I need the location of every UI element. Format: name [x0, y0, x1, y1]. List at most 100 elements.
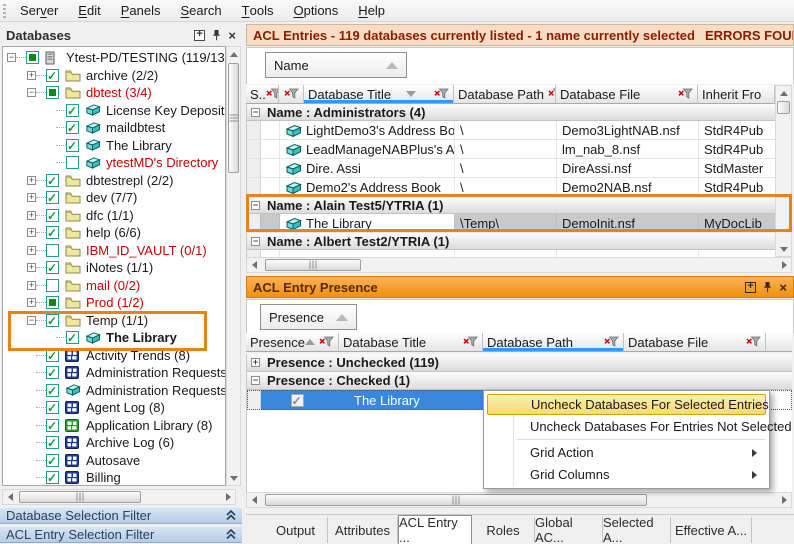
group-header-row[interactable]: Presence : Unchecked (119): [247, 354, 792, 372]
tree-checkbox-checked[interactable]: [46, 226, 59, 239]
column-header-s-[interactable]: S..: [246, 85, 279, 104]
tree-vertical-scrollbar[interactable]: [226, 46, 241, 486]
group-header-row[interactable]: Presence : Checked (1): [247, 372, 792, 390]
database-row[interactable]: Dire. Assi\DireAssi.nsfStdMaster: [247, 159, 775, 178]
tree-checkbox-checked[interactable]: [46, 69, 59, 82]
expand-toggle-icon[interactable]: [27, 193, 36, 202]
menu-item-options[interactable]: Options: [283, 1, 348, 21]
close-icon[interactable]: ×: [228, 30, 236, 41]
tree-item[interactable]: help (6/6): [3, 224, 225, 242]
tree-item[interactable]: archive (2/2): [3, 67, 225, 85]
filter-icon[interactable]: [266, 87, 279, 102]
tree-checkbox-checked[interactable]: [46, 454, 59, 467]
tree-item[interactable]: iNotes (1/1): [3, 259, 225, 277]
database-row[interactable]: LightDemo3's Address Bo...\Demo3LightNAB…: [247, 121, 775, 140]
filter-icon[interactable]: [463, 335, 478, 350]
acl-grid-horizontal-scrollbar[interactable]: [246, 257, 792, 273]
tab-global-ac-[interactable]: Global AC...: [535, 517, 603, 543]
groupby-name-chip[interactable]: Name: [265, 52, 407, 78]
database-selection-filter-bar[interactable]: Database Selection Filter: [0, 507, 242, 524]
tree-item[interactable]: Autosave: [3, 452, 225, 470]
tree-item[interactable]: Administration Requests: [3, 364, 225, 382]
group-header-row[interactable]: Name : Albert Test2/YTRIA (1): [247, 233, 775, 250]
expand-toggle-icon[interactable]: [27, 246, 36, 255]
context-menu-item[interactable]: Grid Action: [487, 442, 766, 463]
tree-checkbox-checked[interactable]: [66, 331, 79, 344]
tab-roles[interactable]: Roles: [472, 517, 535, 543]
group-header-row[interactable]: Name : Alain Test5/YTRIA (1): [247, 197, 775, 214]
tree-checkbox-partial[interactable]: [46, 296, 59, 309]
database-row[interactable]: [247, 250, 775, 257]
tree-item[interactable]: Prod (1/2): [3, 294, 225, 312]
tree-item[interactable]: mail (0/2): [3, 277, 225, 295]
expand-toggle-icon[interactable]: [27, 228, 36, 237]
column-header-inherit-fro[interactable]: Inherit Fro: [698, 85, 775, 104]
tree-checkbox-checked[interactable]: [46, 209, 59, 222]
tab-output[interactable]: Output: [264, 517, 328, 543]
tree-item[interactable]: maildbtest: [3, 119, 225, 137]
expand-toggle-icon[interactable]: [27, 298, 36, 307]
acl-grid-vertical-scrollbar[interactable]: [775, 85, 792, 257]
tree-checkbox-unchecked[interactable]: [46, 244, 59, 257]
tree-checkbox-checked[interactable]: [46, 471, 59, 484]
collapse-toggle-icon[interactable]: [7, 53, 16, 62]
tree-item[interactable]: ytestMD's Directory: [3, 154, 225, 172]
collapse-toggle-icon[interactable]: [27, 88, 36, 97]
column-header-presence[interactable]: Presence: [246, 333, 339, 352]
tree-item[interactable]: dfc (1/1): [3, 207, 225, 225]
database-row[interactable]: The Library\Temp\DemoInit.nsfMyDocLib: [247, 214, 775, 233]
column-header-database-file[interactable]: Database File: [556, 85, 698, 104]
tree-item[interactable]: Application Library (8): [3, 417, 225, 435]
collapse-toggle-icon[interactable]: [251, 201, 260, 210]
menu-item-edit[interactable]: Edit: [68, 1, 110, 21]
tree-checkbox-checked[interactable]: [46, 384, 59, 397]
column-header-database-title[interactable]: Database Title: [339, 333, 483, 352]
groupby-presence-chip[interactable]: Presence: [260, 304, 357, 330]
presence-checkbox[interactable]: [291, 394, 304, 407]
tree-item[interactable]: dbtest (3/4): [3, 84, 225, 102]
menu-item-tools[interactable]: Tools: [232, 1, 284, 21]
filter-icon[interactable]: [604, 335, 619, 350]
tree-item[interactable]: Temp (1/1): [3, 312, 225, 330]
expand-toggle-icon[interactable]: [251, 358, 260, 367]
menu-item-server[interactable]: Server: [10, 1, 68, 21]
collapse-toggle-icon[interactable]: [27, 316, 36, 325]
tree-checkbox-checked[interactable]: [66, 104, 79, 117]
menu-item-search[interactable]: Search: [170, 1, 231, 21]
menu-item-panels[interactable]: Panels: [111, 1, 171, 21]
tree-item[interactable]: The Library: [3, 329, 225, 347]
expand-toggle-icon[interactable]: [27, 281, 36, 290]
tree-item[interactable]: Administration Requests: [3, 382, 225, 400]
database-row[interactable]: Demo2's Address Book\Demo2NAB.nsfStdR4Pu…: [247, 178, 775, 197]
filter-icon[interactable]: [746, 335, 761, 350]
tab-selected-a-[interactable]: Selected A...: [603, 517, 671, 543]
tree-checkbox-checked[interactable]: [46, 174, 59, 187]
expand-toggle-icon[interactable]: [27, 211, 36, 220]
filter-icon[interactable]: [434, 87, 449, 102]
collapse-toggle-icon[interactable]: [251, 376, 260, 385]
tree-checkbox-unchecked[interactable]: [66, 156, 79, 169]
tab-attributes[interactable]: Attributes: [328, 517, 398, 543]
tree-checkbox-checked[interactable]: [46, 191, 59, 204]
tree-horizontal-scrollbar[interactable]: [2, 489, 236, 505]
tree-checkbox-checked[interactable]: [66, 121, 79, 134]
context-menu-item[interactable]: Uncheck Databases For Selected Entries: [487, 394, 766, 415]
tab-effective-a-[interactable]: Effective A...: [671, 517, 752, 543]
tree-checkbox-partial[interactable]: [26, 51, 39, 64]
tree-checkbox-partial[interactable]: [46, 86, 59, 99]
collapse-chevron-icon[interactable]: [226, 529, 236, 540]
collapse-toggle-icon[interactable]: [251, 237, 260, 246]
tree-item[interactable]: Billing: [3, 469, 225, 486]
tree-checkbox-unchecked[interactable]: [46, 279, 59, 292]
database-row[interactable]: LeadManageNABPlus's A...\lm_nab_8.nsfStd…: [247, 140, 775, 159]
expand-toggle-icon[interactable]: [27, 263, 36, 272]
tree-checkbox-checked[interactable]: [46, 401, 59, 414]
column-header-database-path[interactable]: Database Path: [454, 85, 556, 104]
column-header-filter[interactable]: [279, 85, 304, 104]
acl-entry-selection-filter-bar[interactable]: ACL Entry Selection Filter: [0, 526, 242, 543]
context-menu-item[interactable]: Grid Columns: [487, 464, 766, 485]
tree-item[interactable]: License Key Depository: [3, 102, 225, 120]
column-header-database-file[interactable]: Database File: [624, 333, 766, 352]
tree-checkbox-checked[interactable]: [46, 314, 59, 327]
collapse-chevron-icon[interactable]: [226, 510, 236, 521]
